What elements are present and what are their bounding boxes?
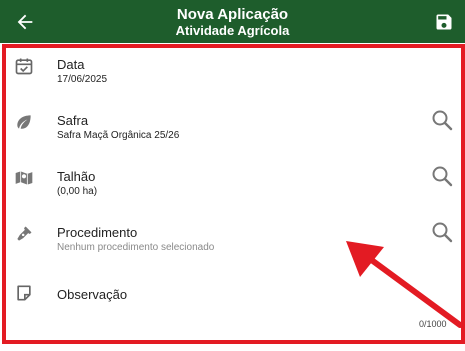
field-label-talhao: Talhão [57,169,96,184]
app-bar: Nova Aplicação Atividade Agrícola [0,0,465,43]
map-icon [15,171,33,186]
leaf-icon [17,115,31,129]
field-procedimento[interactable]: Procedimento Nenhum procedimento selecio… [0,211,465,263]
page-subtitle: Atividade Agrícola [175,23,290,38]
search-icon[interactable] [430,220,454,244]
field-label-procedimento: Procedimento [57,225,138,240]
floppy-disk-icon[interactable] [434,12,454,32]
search-icon[interactable] [430,164,454,188]
field-talhao[interactable]: Talhão (0,00 ha) [0,155,465,207]
note-icon [17,285,31,301]
character-counter: 0/1000 [419,319,447,329]
search-icon[interactable] [430,108,454,132]
field-value-talhao: (0,00 ha) [57,186,98,197]
field-value-safra: Safra Maçã Orgânica 25/26 [57,130,180,141]
field-value-data: 17/06/2025 [57,74,108,85]
field-data[interactable]: Data 17/06/2025 [0,43,465,95]
app-bar-titles: Nova Aplicação Atividade Agrícola [0,6,465,38]
field-label-safra: Safra [57,113,89,128]
field-safra[interactable]: Safra Safra Maçã Orgânica 25/26 [0,99,465,151]
field-value-procedimento: Nenhum procedimento selecionado [57,242,215,253]
calendar-check-icon [15,58,33,75]
form-content: Data 17/06/2025 Safra Safra Maçã Orgânic… [0,43,465,351]
pen-nib-icon [17,226,32,241]
field-label-data: Data [57,57,85,72]
field-label-observacao[interactable]: Observação [57,287,127,302]
page-title: Nova Aplicação [176,6,289,23]
